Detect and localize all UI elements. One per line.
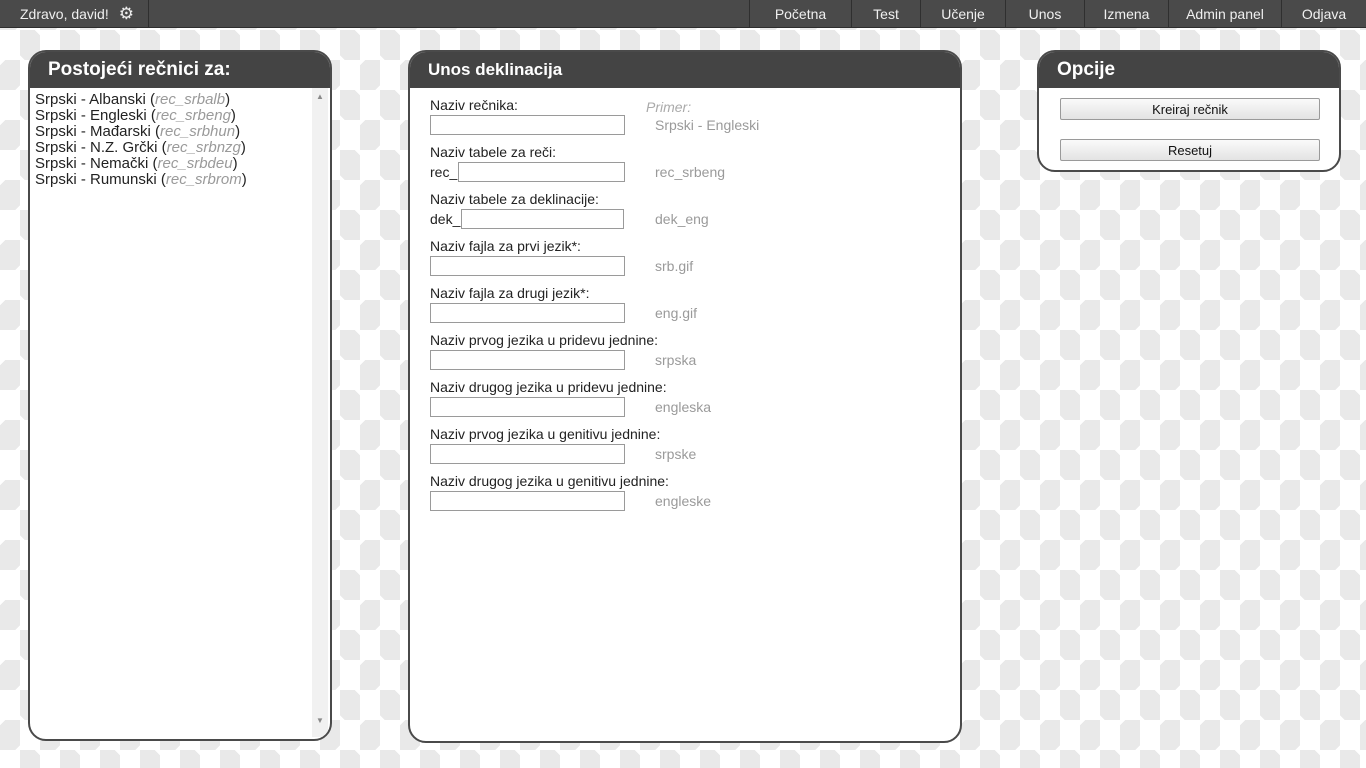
field-label: Naziv tabele za reči: [430,144,557,160]
form-row-words-table: Naziv tabele za reči: rec_ rec_srbeng [430,145,950,192]
field-label: Naziv drugog jezika u genitivu jednine: [430,473,669,489]
second-language-genitive-input[interactable] [430,491,625,511]
existing-dictionaries-panel: Postojeći rečnici za: Srpski - Albanski … [28,50,332,741]
list-item[interactable]: Srpski - Rumunski (rec_srbrom) [35,172,310,188]
list-item[interactable]: Srpski - Albanski (rec_srbalb) [35,92,310,108]
form-row-second-language-file: Naziv fajla za drugi jezik*: eng.gif [430,286,950,333]
second-language-file-input[interactable] [430,303,625,323]
gear-icon[interactable]: ⚙ [119,5,134,22]
example-text: rec_srbeng [655,164,726,180]
second-language-adjective-input[interactable] [430,397,625,417]
top-bar: Zdravo, david! ⚙ Početna Test Učenje Uno… [0,0,1366,28]
example-text: Srpski - Engleski [655,117,760,133]
nav-test[interactable]: Test [851,0,920,27]
field-label: Naziv fajla za drugi jezik*: [430,285,590,301]
example-text: srpske [655,446,697,462]
declension-table-input[interactable] [461,209,625,229]
example-text: srb.gif [655,258,694,274]
field-label: Naziv rečnika: [430,97,518,113]
declension-form: Primer: Naziv rečnika: Srpski - Engleski… [430,98,950,521]
panel-title: Opcije [1039,52,1339,88]
list-item[interactable]: Srpski - N.Z. Grčki (rec_srbnzg) [35,140,310,156]
create-dictionary-button[interactable]: Kreiraj rečnik [1060,98,1320,120]
input-prefix: dek_ [430,211,461,227]
greeting-text: Zdravo, david! [20,5,109,22]
triangle-down-icon[interactable]: ▼ [312,716,328,725]
reset-button[interactable]: Resetuj [1060,139,1320,161]
scrollbar[interactable]: ▲ ▼ [312,88,328,737]
example-text: dek_eng [655,211,709,227]
list-item[interactable]: Srpski - Nemački (rec_srbdeu) [35,156,310,172]
options-panel: Opcije Kreiraj rečnik Resetuj [1037,50,1341,172]
example-text: engleske [655,493,712,509]
input-prefix: rec_ [430,164,458,180]
nav-odjava[interactable]: Odjava [1281,0,1366,27]
form-row-first-language-adjective: Naziv prvog jezika u pridevu jednine: sr… [430,333,950,380]
panel-title: Postojeći rečnici za: [30,52,330,88]
panel-title: Unos deklinacija [410,52,960,88]
nav-ucenje[interactable]: Učenje [920,0,1005,27]
field-label: Naziv fajla za prvi jezik*: [430,238,581,254]
main-nav: Početna Test Učenje Unos Izmena Admin pa… [749,0,1366,27]
declension-entry-panel: Unos deklinacija Primer: Naziv rečnika: … [408,50,962,743]
first-language-adjective-input[interactable] [430,350,625,370]
words-table-input[interactable] [458,162,626,182]
nav-izmena[interactable]: Izmena [1084,0,1168,27]
example-text: eng.gif [655,305,698,321]
form-row-second-language-genitive: Naziv drugog jezika u genitivu jednine: … [430,474,950,521]
list-item[interactable]: Srpski - Mađarski (rec_srbhun) [35,124,310,140]
dictionary-list: Srpski - Albanski (rec_srbalb) Srpski - … [35,92,310,188]
user-greeting-area: Zdravo, david! ⚙ [0,0,149,27]
field-label: Naziv prvog jezika u genitivu jednine: [430,426,661,442]
field-label: Naziv tabele za deklinacije: [430,191,599,207]
first-language-genitive-input[interactable] [430,444,625,464]
form-row-first-language-file: Naziv fajla za prvi jezik*: srb.gif [430,239,950,286]
first-language-file-input[interactable] [430,256,625,276]
form-row-declension-table: Naziv tabele za deklinacije: dek_ dek_en… [430,192,950,239]
example-text: srpska [655,352,697,368]
triangle-up-icon[interactable]: ▲ [312,92,328,101]
nav-pocetna[interactable]: Početna [749,0,851,27]
nav-admin-panel[interactable]: Admin panel [1168,0,1281,27]
dictionary-name-input[interactable] [430,115,625,135]
form-row-second-language-adjective: Naziv drugog jezika u pridevu jednine: e… [430,380,950,427]
example-text: engleska [655,399,712,415]
list-item[interactable]: Srpski - Engleski (rec_srbeng) [35,108,310,124]
field-label: Naziv drugog jezika u pridevu jednine: [430,379,667,395]
form-row-first-language-genitive: Naziv prvog jezika u genitivu jednine: s… [430,427,950,474]
form-row-dictionary-name: Naziv rečnika: Srpski - Engleski [430,98,950,145]
field-label: Naziv prvog jezika u pridevu jednine: [430,332,659,348]
nav-unos[interactable]: Unos [1005,0,1084,27]
